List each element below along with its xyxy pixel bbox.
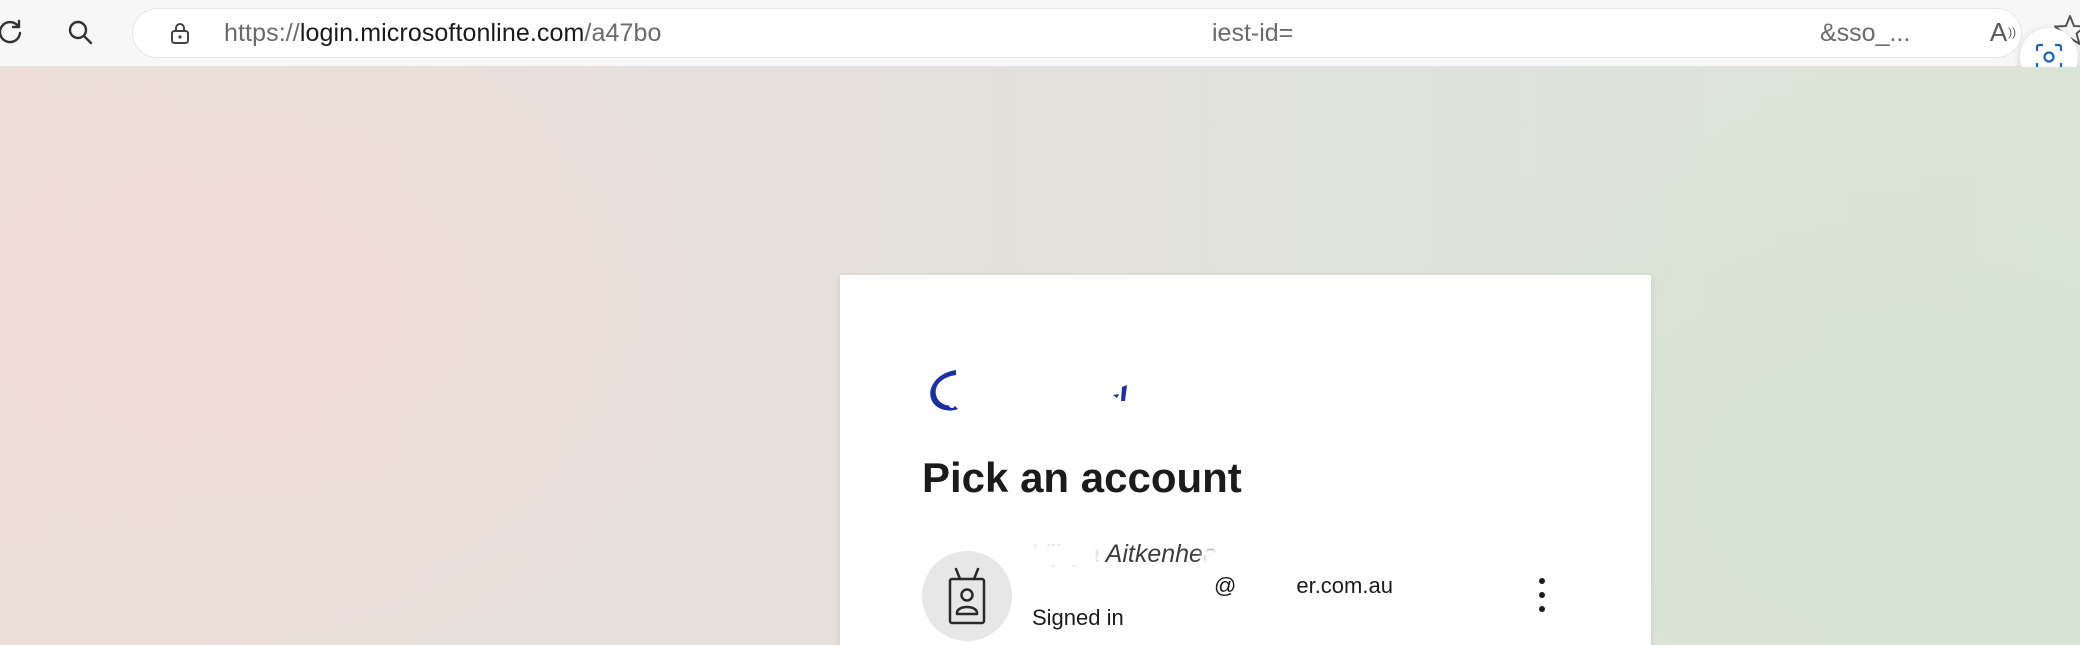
address-bar[interactable]: https://login.microsoftonline.com/a47bo … [132,8,2022,58]
email-at: @ [1214,573,1237,598]
account-status: Signed in [1032,605,1124,630]
avatar [922,551,1012,641]
search-button[interactable] [60,12,100,52]
url-redaction [1652,18,1822,48]
name-redaction [1030,542,1100,570]
url-redaction [1392,18,1512,48]
name-redaction [1202,548,1272,572]
refresh-button[interactable] [0,12,30,52]
browser-toolbar: https://login.microsoftonline.com/a47bo … [0,0,2080,67]
search-icon [68,20,93,45]
more-options-button[interactable] [1522,570,1562,620]
email-domain: er.com.au [1296,573,1393,598]
read-aloud-button[interactable]: A)) [1982,12,2024,52]
url-host: login.microsoftonline.com [299,19,585,47]
sign-in-card: Pick an account Vijaya Aitkenhea @ er.com… [840,275,1651,645]
id-badge-icon [948,567,986,625]
url-redaction [682,20,842,46]
read-aloud-icon: A [1989,16,2008,47]
url-text[interactable]: https://login.microsoftonline.com/a47bo [224,8,662,58]
account-email: @ er.com.au [1032,573,1393,599]
vertical-ellipsis-icon [1539,578,1545,612]
url-redaction [1092,18,1202,48]
account-tile[interactable]: Vijaya Aitkenhea @ er.com.au Signed in [922,540,1572,645]
url-scheme: https:// [224,19,300,47]
organization-logo [930,370,1127,411]
url-tail: &sso_... [1820,19,1911,47]
url-path: /a47bo [584,19,662,47]
read-aloud-waves: )) [2008,25,2017,39]
refresh-icon [0,19,22,44]
page-title: Pick an account [922,454,1242,501]
url-mid: iest-id= [1212,19,1294,47]
lock-icon[interactable] [168,21,192,45]
